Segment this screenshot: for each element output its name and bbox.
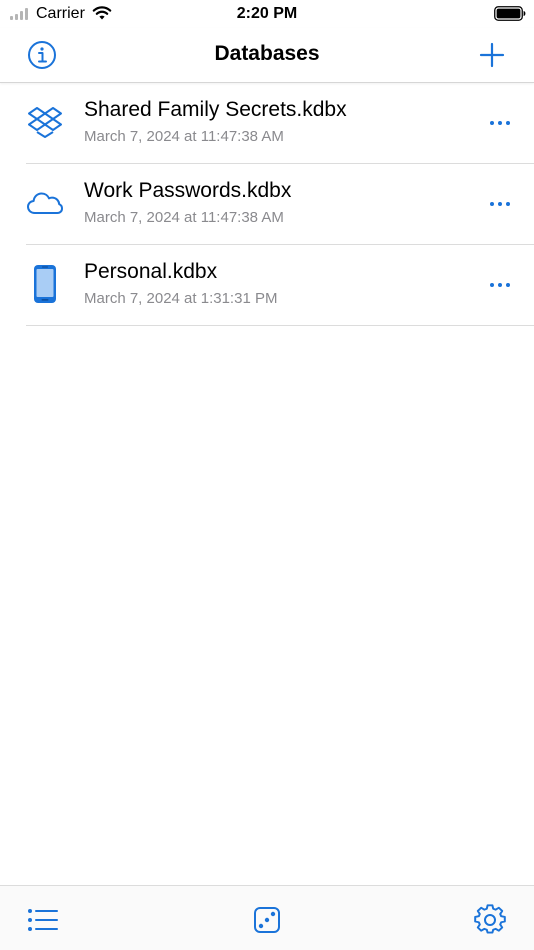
add-database-button[interactable] xyxy=(476,39,508,71)
dropbox-icon xyxy=(26,103,64,141)
more-options-button[interactable] xyxy=(482,190,518,218)
list-icon xyxy=(28,909,58,931)
phone-icon xyxy=(26,265,64,303)
more-icon xyxy=(490,202,494,206)
database-name: Work Passwords.kdbx xyxy=(84,179,292,202)
page-title: Databases xyxy=(214,42,320,65)
bottom-toolbar xyxy=(0,885,534,950)
dice-icon xyxy=(254,907,280,933)
list-button[interactable] xyxy=(27,904,59,936)
more-icon xyxy=(490,121,494,125)
database-list: Shared Family Secrets.kdbx March 7, 2024… xyxy=(0,83,534,326)
database-row-work-passwords[interactable]: Work Passwords.kdbx March 7, 2024 at 11:… xyxy=(26,164,534,245)
database-name: Personal.kdbx xyxy=(84,260,218,283)
database-row-personal[interactable]: Personal.kdbx March 7, 2024 at 1:31:31 P… xyxy=(26,245,534,326)
database-date: March 7, 2024 at 1:31:31 PM xyxy=(84,290,278,307)
more-options-button[interactable] xyxy=(482,271,518,299)
password-generator-button[interactable] xyxy=(251,904,283,936)
battery-icon xyxy=(494,6,526,21)
more-icon xyxy=(490,283,494,287)
cloud-icon xyxy=(26,184,64,222)
status-time: 2:20 PM xyxy=(236,5,298,22)
navigation-bar: Databases xyxy=(0,28,534,83)
database-date: March 7, 2024 at 11:47:38 AM xyxy=(84,209,284,226)
plus-icon xyxy=(479,42,505,68)
status-bar: Carrier 2:20 PM xyxy=(0,0,534,28)
database-name: Shared Family Secrets.kdbx xyxy=(84,98,347,121)
database-row-shared-family-secrets[interactable]: Shared Family Secrets.kdbx March 7, 2024… xyxy=(26,83,534,164)
more-options-button[interactable] xyxy=(482,109,518,137)
settings-button[interactable] xyxy=(474,904,506,936)
database-date: March 7, 2024 at 11:47:38 AM xyxy=(84,128,284,145)
gear-icon xyxy=(474,904,506,934)
